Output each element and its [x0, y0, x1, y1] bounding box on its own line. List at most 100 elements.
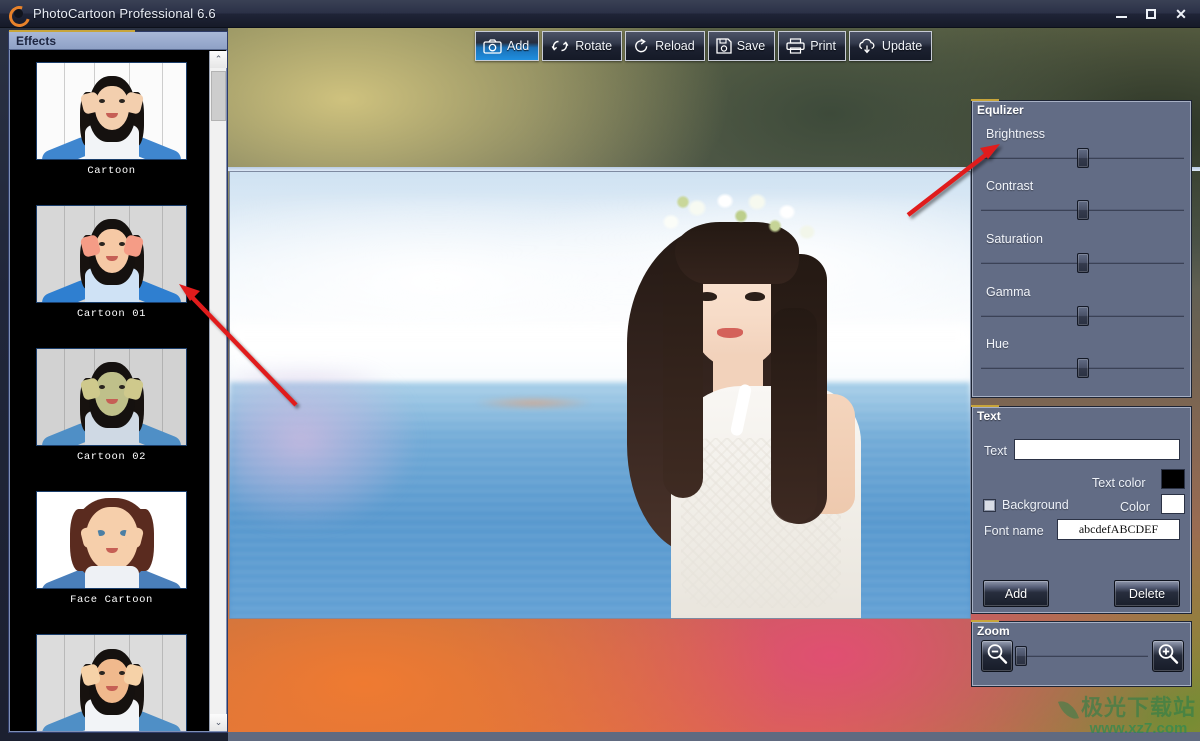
minimize-icon: [1115, 16, 1127, 18]
window-title: PhotoCartoon Professional 6.6: [33, 6, 216, 21]
text-input[interactable]: [1014, 439, 1180, 460]
watermark: 极光下载站 www.xz7.com: [1057, 695, 1196, 737]
cloud-download-icon: [857, 38, 877, 54]
title-bar: PhotoCartoon Professional 6.6 ✕: [0, 0, 1200, 28]
add-button-label: Add: [507, 39, 530, 53]
text-color-swatch[interactable]: [1161, 469, 1185, 489]
effects-panel-title: Effects: [9, 30, 227, 50]
effect-item-5[interactable]: [36, 634, 187, 731]
effect-item-cartoon-02[interactable]: Cartoon 02: [36, 348, 187, 463]
effect-item-label: Cartoon: [87, 165, 136, 177]
application-window: PhotoCartoon Professional 6.6 ✕ Add Rota…: [0, 0, 1200, 741]
maximize-icon: [1146, 8, 1156, 19]
saturation-slider[interactable]: [981, 252, 1184, 274]
rotate-button-label: Rotate: [575, 39, 613, 53]
brightness-label: Brightness: [986, 127, 1046, 141]
zoom-panel-title: Zoom: [977, 624, 1010, 638]
slider-track: [1018, 655, 1148, 657]
contrast-slider[interactable]: [981, 199, 1184, 221]
print-button[interactable]: Print: [778, 31, 846, 61]
slider-knob[interactable]: [1076, 358, 1089, 378]
effect-item-cartoon[interactable]: Cartoon: [36, 62, 187, 177]
update-button[interactable]: Update: [848, 31, 933, 61]
effect-thumbnail: [36, 634, 187, 731]
effect-thumbnail: [36, 205, 187, 303]
saturation-label: Saturation: [986, 232, 1043, 246]
minimize-button[interactable]: [1106, 2, 1136, 26]
background-label: Background: [1002, 498, 1069, 512]
photo-left-glow: [230, 368, 467, 547]
window-controls: ✕: [1106, 0, 1196, 28]
scrollbar-thumb[interactable]: [211, 71, 226, 121]
background-checkbox[interactable]: [983, 499, 996, 512]
reload-button-label: Reload: [655, 39, 695, 53]
update-button-label: Update: [881, 39, 923, 53]
text-delete-button[interactable]: Delete: [1114, 580, 1180, 607]
text-add-button[interactable]: Add: [983, 580, 1049, 607]
scroll-up-icon[interactable]: ⌃: [210, 51, 227, 68]
scroll-down-icon[interactable]: ⌄: [210, 714, 227, 731]
font-name-value: abcdefABCDEF: [1078, 522, 1159, 536]
zoom-out-button[interactable]: [981, 640, 1013, 672]
text-field-label: Text: [984, 444, 1007, 458]
rotate-button[interactable]: Rotate: [542, 31, 623, 61]
font-name-field[interactable]: abcdefABCDEF: [1057, 519, 1180, 540]
effects-panel: Effects Cartoon Cartoon 01 Cartoon 02 Fa…: [8, 30, 228, 733]
effect-item-face-cartoon[interactable]: Face Cartoon: [36, 491, 187, 606]
subject-flower-crown: [653, 192, 821, 262]
photocartoon-logo-icon: [8, 5, 26, 23]
slider-knob[interactable]: [1076, 200, 1089, 220]
photo-preview[interactable]: [229, 171, 971, 619]
effect-item-cartoon-01[interactable]: Cartoon 01: [36, 205, 187, 320]
subject-lips: [717, 328, 743, 338]
subject-hair-left: [663, 248, 703, 498]
photo-distant-boat: [474, 397, 593, 409]
add-button[interactable]: Add: [475, 31, 540, 61]
subject-hair-front: [771, 308, 817, 523]
save-button[interactable]: Save: [707, 31, 776, 61]
effects-scrollbar[interactable]: ⌃ ⌄: [209, 51, 227, 731]
text-color-label: Text color: [1092, 476, 1146, 490]
zoom-in-button[interactable]: [1152, 640, 1184, 672]
effect-item-label: Cartoon 02: [76, 451, 146, 463]
text-panel: Text Text Text color Background Color Fo…: [971, 405, 1192, 614]
slider-knob[interactable]: [1076, 148, 1089, 168]
canvas-bottom-bar: [228, 732, 1200, 741]
equalizer-panel-title: Equlizer: [977, 103, 1024, 117]
printer-icon: [786, 38, 805, 54]
zoom-slider[interactable]: [1015, 645, 1148, 667]
background-color-swatch[interactable]: [1161, 494, 1185, 514]
rotate-icon: [550, 38, 570, 54]
reload-button[interactable]: Reload: [625, 31, 705, 61]
camera-icon: [483, 38, 502, 54]
photo-subject: [585, 188, 915, 618]
main-toolbar: Add Rotate Reload Save Print Update: [475, 31, 945, 63]
slider-knob[interactable]: [1076, 253, 1089, 273]
slider-knob[interactable]: [1076, 306, 1089, 326]
subject-eye-right: [745, 292, 765, 301]
font-name-label: Font name: [984, 524, 1044, 538]
floppy-disk-icon: [716, 38, 732, 54]
maximize-button[interactable]: [1136, 2, 1166, 26]
print-button-label: Print: [810, 39, 836, 53]
reload-icon: [633, 38, 650, 54]
effect-item-label: Cartoon 01: [76, 308, 146, 320]
effect-item-label: Face Cartoon: [70, 594, 153, 606]
effects-list[interactable]: Cartoon Cartoon 01 Cartoon 02 Face Carto…: [10, 51, 210, 731]
hue-label: Hue: [986, 337, 1009, 351]
effect-thumbnail: [36, 62, 187, 160]
watermark-cn-text: 极光下载站: [1080, 695, 1196, 720]
watermark-url-text: www.xz7.com: [1089, 720, 1188, 737]
gamma-slider[interactable]: [981, 305, 1184, 327]
brightness-slider[interactable]: [981, 147, 1184, 169]
text-panel-title: Text: [977, 409, 1001, 423]
slider-knob[interactable]: [1015, 646, 1027, 666]
magnifier-plus-icon: [1156, 642, 1180, 671]
magnifier-minus-icon: [985, 642, 1009, 671]
hue-slider[interactable]: [981, 357, 1184, 379]
contrast-label: Contrast: [986, 179, 1034, 193]
background-color-label: Color: [1120, 500, 1150, 514]
close-button[interactable]: ✕: [1166, 2, 1196, 26]
zoom-panel: Zoom: [971, 620, 1192, 687]
gamma-label: Gamma: [986, 285, 1031, 299]
